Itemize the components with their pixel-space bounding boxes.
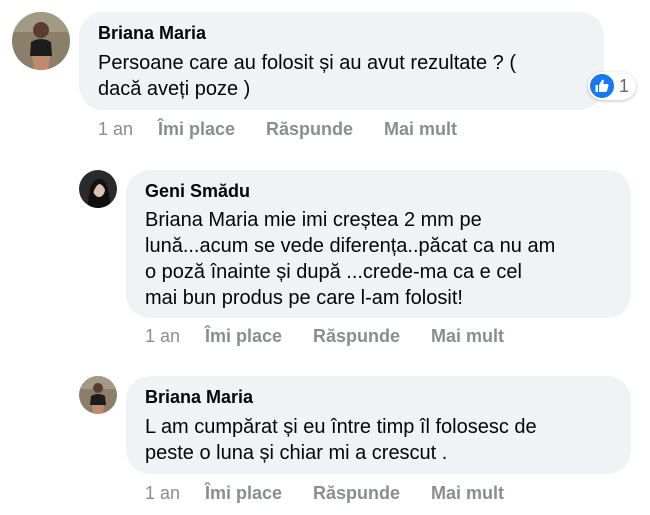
like-button[interactable]: Îmi place [158, 119, 235, 140]
reply-button[interactable]: Răspunde [266, 119, 353, 140]
more-button[interactable]: Mai mult [384, 119, 457, 140]
comment-author[interactable]: Briana Maria [98, 23, 206, 44]
timestamp[interactable]: 1 an [145, 483, 180, 504]
comment-text-line: Briana Maria mie imi creștea 2 mm pe [145, 209, 482, 231]
comment-text-line: mai bun produs pe care l-am folosit! [145, 287, 463, 309]
comment-author[interactable]: Geni Smădu [145, 181, 250, 202]
timestamp[interactable]: 1 an [98, 119, 133, 140]
comment-text-line: Persoane care au folosit și au avut rezu… [98, 52, 517, 74]
like-button[interactable]: Îmi place [205, 483, 282, 504]
avatar[interactable] [79, 170, 117, 208]
comment-author[interactable]: Briana Maria [145, 387, 253, 408]
comment-text-line: dacă aveți poze ) [98, 78, 251, 100]
more-button[interactable]: Mai mult [431, 483, 504, 504]
avatar[interactable] [12, 12, 70, 70]
like-button[interactable]: Îmi place [205, 326, 282, 347]
reply-button[interactable]: Răspunde [313, 483, 400, 504]
comment-text-line: L am cumpărat și eu între timp îl folose… [145, 416, 537, 438]
timestamp[interactable]: 1 an [145, 326, 180, 347]
thumbs-up-icon [590, 74, 614, 98]
comment-text-line: peste o luna și chiar mi a crescut . [145, 442, 448, 464]
comment-text-line: lună...acum se vede diferența..păcat ca … [145, 235, 556, 257]
reaction-summary[interactable]: 1 [588, 72, 636, 100]
comment-text-line: o poză înainte și după ...crede-ma ca e … [145, 261, 522, 283]
avatar[interactable] [79, 376, 117, 414]
more-button[interactable]: Mai mult [431, 326, 504, 347]
reply-button[interactable]: Răspunde [313, 326, 400, 347]
reaction-count: 1 [619, 76, 630, 96]
